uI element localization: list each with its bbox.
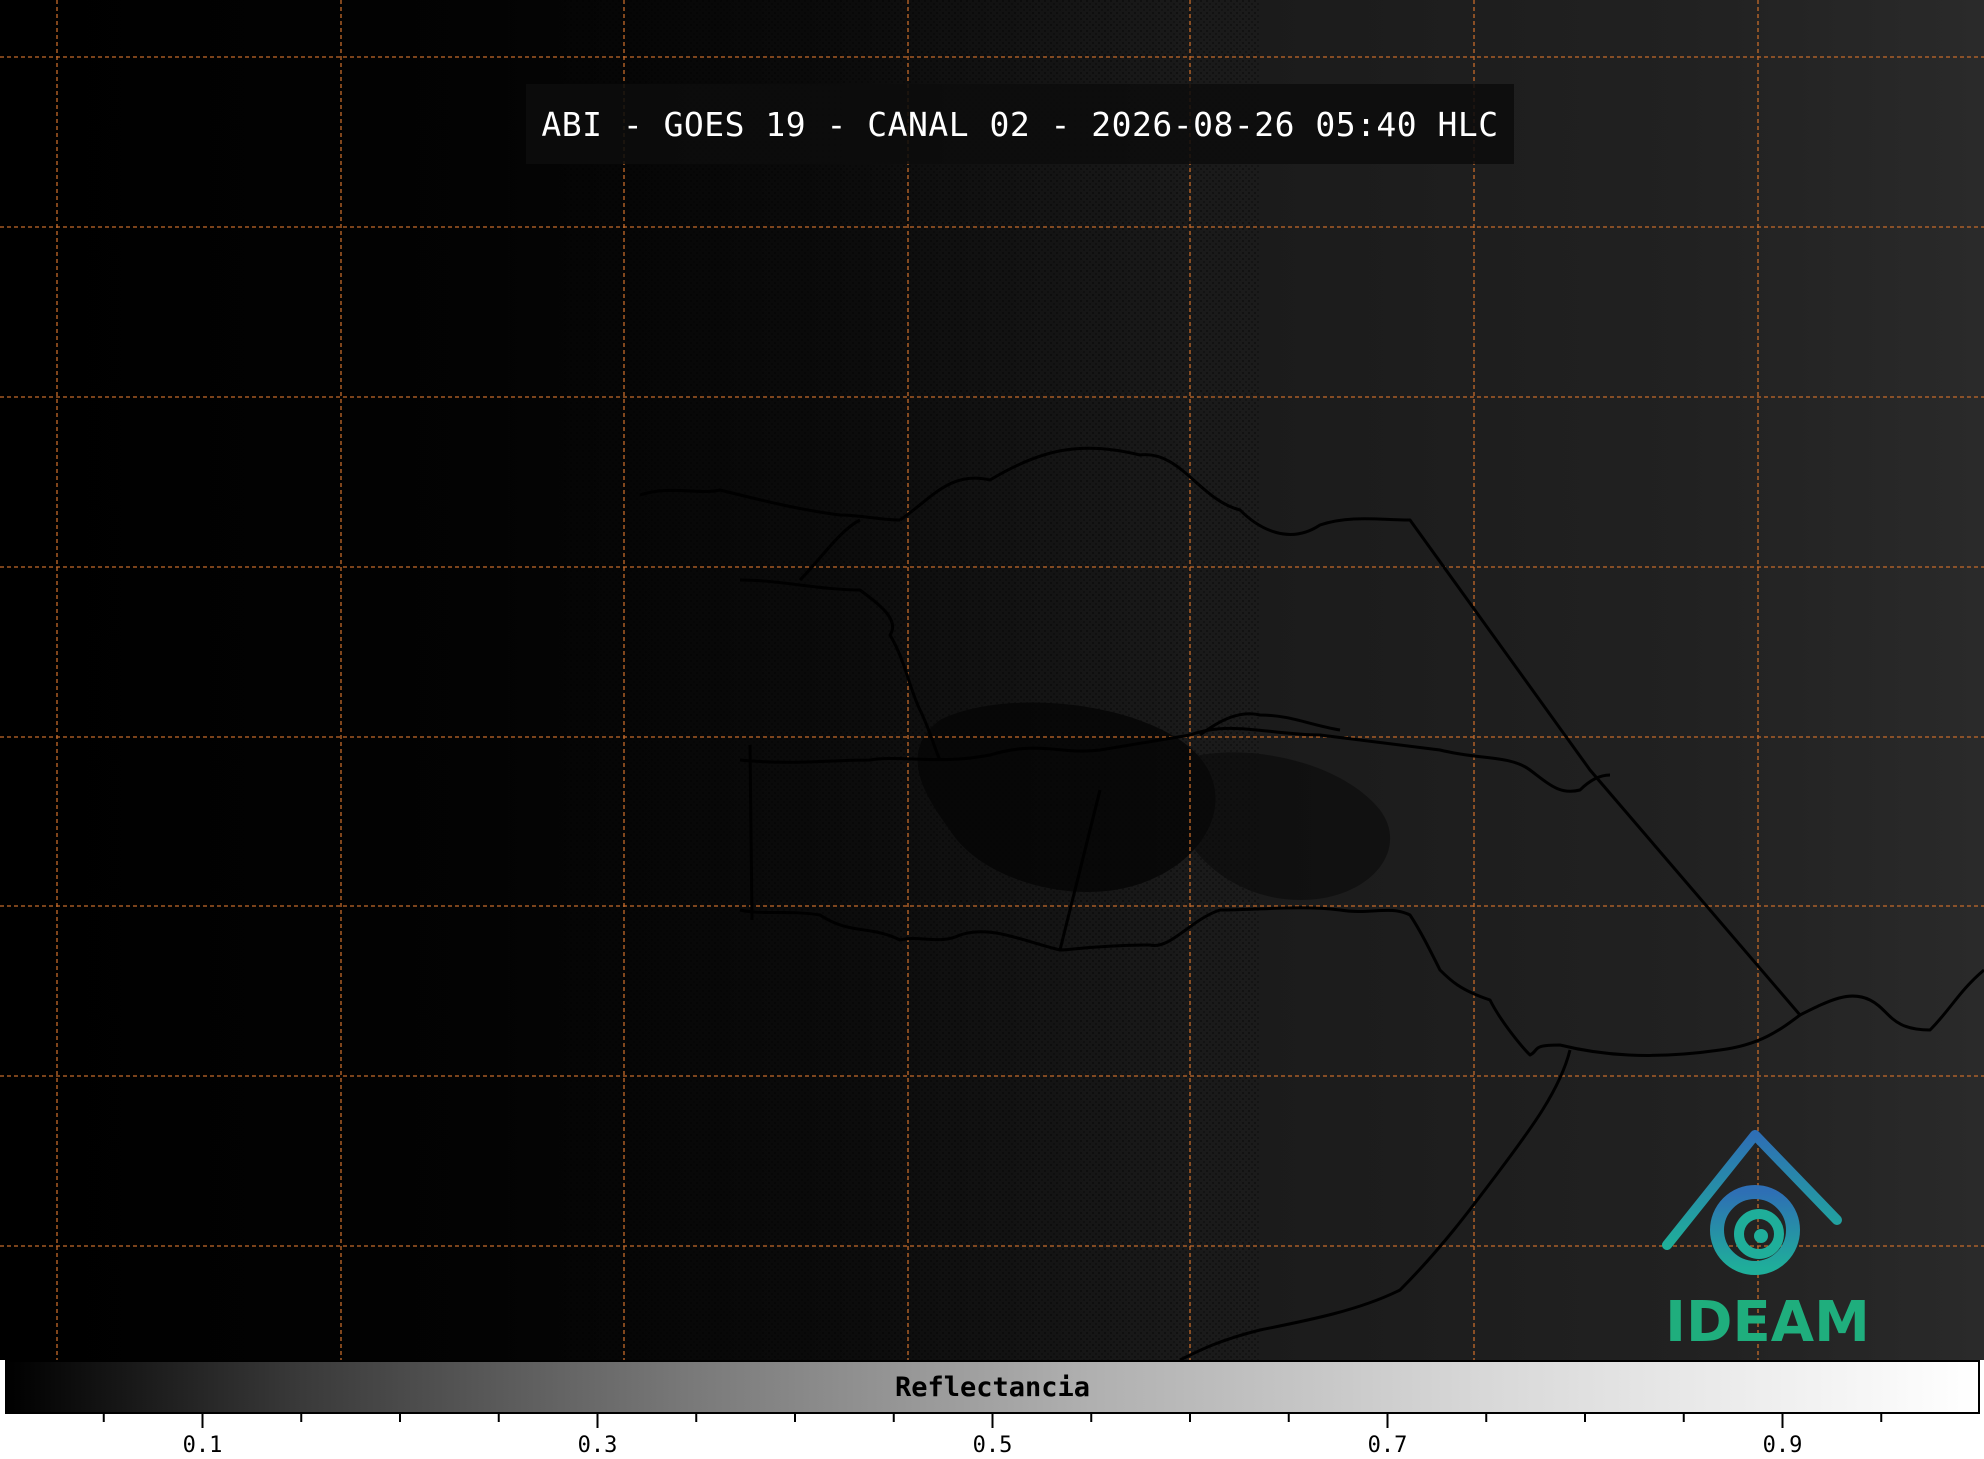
colorbar-tick-label: 0.1 bbox=[182, 1433, 223, 1458]
title-box: ABI - GOES 19 - CANAL 02 - 2026-08-26 05… bbox=[526, 84, 1514, 164]
colorbar-tick-label: 0.9 bbox=[1762, 1433, 1803, 1458]
colorbar: Reflectancia bbox=[5, 1360, 1980, 1414]
satellite-image: ABI - GOES 19 - CANAL 02 - 2026-08-26 05… bbox=[0, 0, 1984, 1360]
colorbar-ticks bbox=[102, 1414, 1883, 1428]
colorbar-tick-label: 0.7 bbox=[1367, 1433, 1408, 1458]
ideam-logo-text: IDEAM bbox=[1665, 1290, 1870, 1355]
colorbar-label: Reflectancia bbox=[894, 1371, 1091, 1403]
colorbar-tick-label: 0.3 bbox=[577, 1433, 618, 1458]
colorbar-tick-label: 0.5 bbox=[972, 1433, 1013, 1458]
map-title: ABI - GOES 19 - CANAL 02 - 2026-08-26 05… bbox=[541, 104, 1499, 144]
